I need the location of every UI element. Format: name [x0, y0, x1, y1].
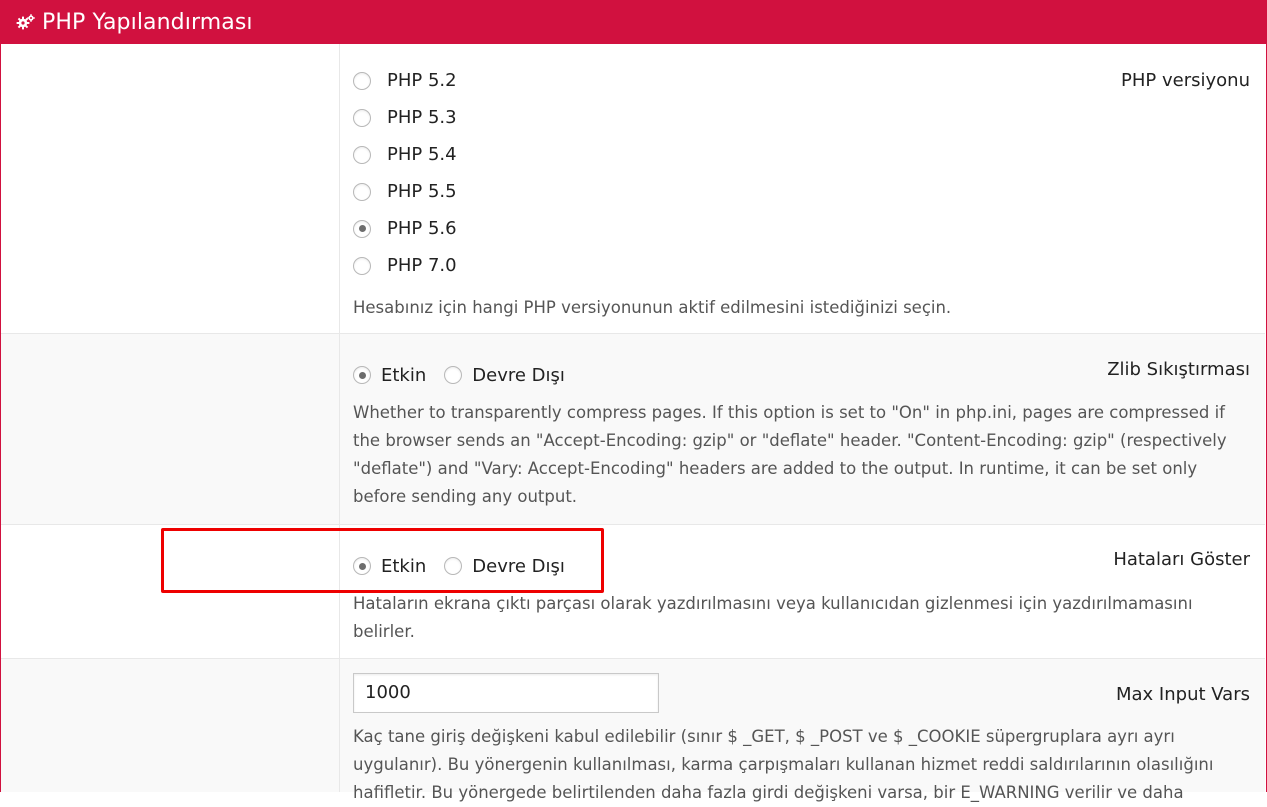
php-5-4-option[interactable]: PHP 5.4 [353, 136, 1253, 173]
max-input-vars-help: Kaç tane giriş değişkeni kabul edilebili… [353, 727, 1214, 802]
max-input-vars-row: Max Input Vars 1000 Kaç tane giriş değiş… [1, 659, 1265, 802]
php-version-help: Hesabınız için hangi PHP versiyonunun ak… [353, 298, 952, 317]
php-5-2-radio[interactable] [353, 71, 371, 90]
panel-header: PHP Yapılandırması [0, 0, 1267, 44]
php-5-3-radio[interactable] [353, 108, 371, 127]
zlib-enabled-option[interactable]: Etkin [353, 365, 426, 386]
php-5-4-label: PHP 5.4 [387, 144, 457, 165]
php-5-6-option[interactable]: PHP 5.6 [353, 210, 1253, 247]
php-5-5-label: PHP 5.5 [387, 181, 457, 202]
php-5-2-label: PHP 5.2 [387, 70, 457, 91]
php-version-row: PHP versiyonu PHP 5.2 PHP 5.3 PHP 5.4 PH… [1, 44, 1265, 333]
panel-title: PHP Yapılandırması [42, 9, 253, 35]
gears-icon [16, 13, 36, 31]
zlib-row: Zlib Sıkıştırması Etkin Devre Dışı Wheth… [1, 334, 1265, 524]
php-5-6-radio[interactable] [353, 219, 371, 238]
php-7-0-label: PHP 7.0 [387, 255, 457, 276]
zlib-enabled-radio[interactable] [353, 366, 371, 384]
zlib-disabled-radio[interactable] [444, 366, 463, 384]
zlib-disabled-option[interactable]: Devre Dışı [444, 365, 565, 386]
php-5-6-label: PHP 5.6 [387, 218, 457, 239]
php-5-2-option[interactable]: PHP 5.2 [353, 62, 1253, 99]
highlight-box [161, 528, 604, 593]
php-5-3-option[interactable]: PHP 5.3 [353, 99, 1253, 136]
php-5-3-label: PHP 5.3 [387, 107, 457, 128]
display-errors-help: Hataların ekrana çıktı parçası olarak ya… [353, 594, 1193, 641]
php-7-0-radio[interactable] [353, 256, 371, 275]
zlib-disabled-label: Devre Dışı [472, 364, 565, 386]
max-input-vars-input[interactable]: 1000 [353, 673, 659, 713]
zlib-help: Whether to transparently compress pages.… [353, 403, 1227, 506]
php-5-5-option[interactable]: PHP 5.5 [353, 173, 1253, 210]
php-5-5-radio[interactable] [353, 182, 371, 201]
php-5-4-radio[interactable] [353, 145, 371, 164]
zlib-enabled-label: Etkin [381, 364, 427, 386]
php-7-0-option[interactable]: PHP 7.0 [353, 247, 1253, 284]
